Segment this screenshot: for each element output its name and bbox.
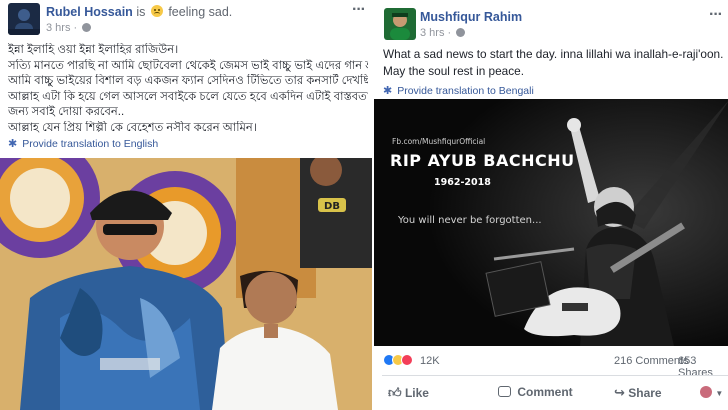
reaction-count[interactable]: 12K <box>420 355 440 367</box>
globe-icon <box>456 28 466 37</box>
avatar[interactable] <box>384 8 416 40</box>
left-post: Rubel Hossain is feeling sad. 3 hrs · ··… <box>0 0 372 410</box>
translate-label[interactable]: Provide translation to English <box>22 138 158 150</box>
translate-label[interactable]: Provide translation to Bengali <box>397 85 534 97</box>
post-text: ইন্না ইলাহি ওয়া ইন্না ইলাহির রাজিউন। সত… <box>8 43 368 136</box>
share-label: Share <box>628 386 662 400</box>
post-meta: 3 hrs · <box>46 22 92 34</box>
author-name[interactable]: Rubel Hossain <box>46 5 133 19</box>
post-photo[interactable]: DB <box>0 158 372 410</box>
divider <box>382 375 728 376</box>
text-line: ইন্না ইলাহি ওয়া ইন্না ইলাহির রাজিউন। <box>8 44 179 56</box>
author-line: Rubel Hossain is feeling sad. <box>46 5 232 19</box>
share-button[interactable]: ↪ Share <box>614 385 662 401</box>
photo-illustration: DB <box>0 158 372 410</box>
like-button[interactable]: 👍︎ Like <box>388 385 429 401</box>
author-name[interactable]: Mushfiqur Rahim <box>420 10 522 24</box>
right-post: Mushfiqur Rahim 3 hrs · ··· What a sad n… <box>372 0 728 410</box>
text-line: What a sad news to start the day. inna l… <box>383 47 724 61</box>
translate-link[interactable]: ✱ Provide translation to Bengali <box>383 84 534 97</box>
image-title: RIP AYUB BACHCHU <box>390 151 575 170</box>
comment-icon <box>498 386 511 397</box>
post-header: Rubel Hossain is feeling sad. 3 hrs · ··… <box>0 0 372 40</box>
feeling-text: feeling sad. <box>168 5 233 19</box>
share-arrow-icon: ↪ <box>614 385 625 400</box>
comment-button[interactable]: Comment <box>498 385 573 399</box>
sad-face-emoji-icon <box>150 5 163 17</box>
status-prefix: is <box>136 5 146 19</box>
image-tagline: You will never be forgotten... <box>398 215 542 226</box>
thumbs-up-icon: 👍︎ <box>388 385 402 400</box>
like-label: Like <box>404 386 429 400</box>
post-photo[interactable]: Fb.com/MushfiqurOfficial RIP AYUB BACHCH… <box>374 99 728 346</box>
action-bar: 👍︎ Like Comment ↪ Share ▼ <box>374 378 728 408</box>
reaction-icons[interactable] <box>383 354 423 368</box>
image-credit: Fb.com/MushfiqurOfficial <box>392 137 486 146</box>
gear-icon: ✱ <box>383 85 393 97</box>
db-label: DB <box>324 201 340 212</box>
text-line: May the soul rest in peace. <box>383 64 524 78</box>
reaction-bar: 12K 216 Comments 653 Shares <box>374 350 728 379</box>
small-avatar-icon <box>700 386 712 398</box>
more-dots-icon[interactable]: ··· <box>709 6 723 24</box>
text-line: সত্যি মানতে পারছি না আমি ছোটবেলা থেকেই জ… <box>8 59 368 72</box>
globe-icon <box>82 23 92 32</box>
post-meta: 3 hrs · <box>420 27 466 39</box>
post-time[interactable]: 3 hrs <box>420 27 444 39</box>
post-text: What a sad news to start the day. inna l… <box>383 46 728 80</box>
text-line: জন্য সবাই দোয়া করবেন.. <box>8 106 125 118</box>
text-line: আমি বাচ্চু ভাইয়ের বিশাল বড় একজন ফ্যান … <box>8 75 368 87</box>
translate-link[interactable]: ✱ Provide translation to English <box>8 137 158 150</box>
comment-label: Comment <box>517 385 573 399</box>
avatar[interactable] <box>8 3 40 35</box>
text-line: আল্লাহ এটা কি হয়ে গেল আসলে সবাইকে চলে য… <box>8 90 368 103</box>
post-time[interactable]: 3 hrs <box>46 22 70 34</box>
chevron-down-icon: ▼ <box>715 389 724 398</box>
love-reaction-icon <box>401 354 413 366</box>
text-line: আল্লাহ যেন প্রিয় শিল্পী কে বেহেশত নসীব … <box>8 121 257 134</box>
audience-selector[interactable]: ▼ <box>700 385 723 399</box>
more-dots-icon[interactable]: ··· <box>352 1 366 19</box>
image-years: 1962-2018 <box>434 177 491 188</box>
gear-icon: ✱ <box>8 138 18 150</box>
post-header: Mushfiqur Rahim 3 hrs · ··· <box>374 0 728 40</box>
